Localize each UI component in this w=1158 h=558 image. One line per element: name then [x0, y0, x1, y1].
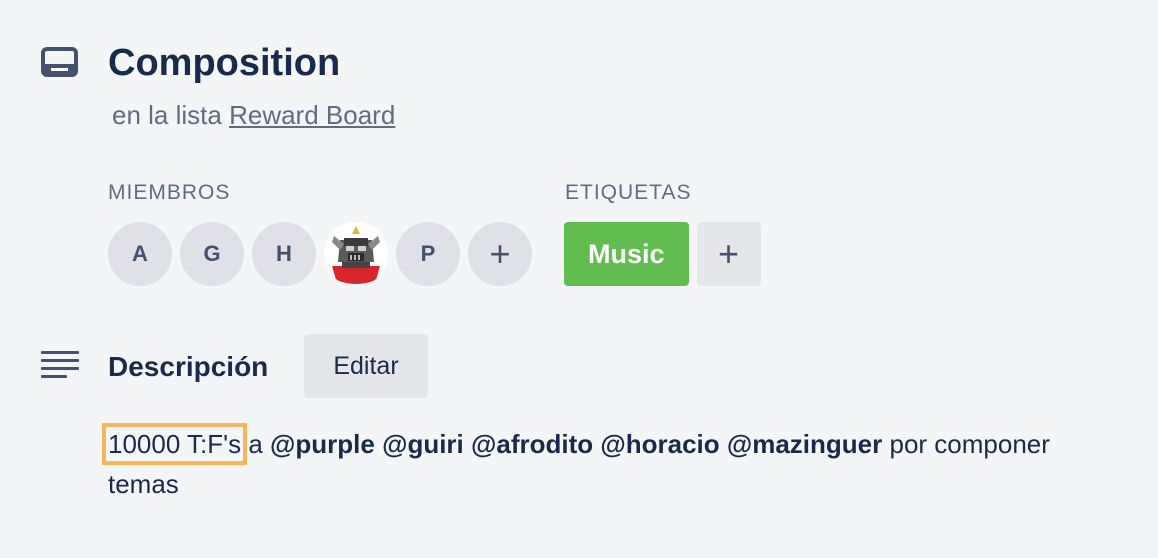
member-avatar-a[interactable]: A — [108, 222, 172, 286]
card-icon — [41, 47, 78, 77]
mention-mazinguer[interactable]: @mazinguer — [727, 429, 882, 459]
member-avatar-p[interactable]: P — [396, 222, 460, 286]
member-avatar-photo[interactable] — [324, 222, 388, 286]
highlighted-amount: 10000 T:F's — [101, 423, 248, 465]
in-list-text: en la lista Reward Board — [112, 99, 395, 131]
list-link[interactable]: Reward Board — [229, 100, 395, 130]
edit-description-button[interactable]: Editar — [304, 334, 428, 398]
description-heading: Descripción — [108, 351, 269, 382]
labels-list: Music + — [564, 222, 761, 286]
members-list: A G H P + — [108, 222, 532, 286]
card-title[interactable]: Composition — [108, 38, 340, 88]
mention-afrodito[interactable]: @afrodito — [471, 429, 593, 459]
member-avatar-h[interactable]: H — [252, 222, 316, 286]
mention-guiri[interactable]: @guiri — [382, 429, 464, 459]
label-music[interactable]: Music — [564, 222, 689, 286]
member-avatar-g[interactable]: G — [180, 222, 244, 286]
card-detail: Composition en la lista Reward Board MIE… — [0, 0, 1158, 558]
add-member-button[interactable]: + — [468, 222, 532, 286]
description-connector: a — [241, 429, 271, 459]
labels-heading: ETIQUETAS — [565, 181, 692, 204]
description-icon — [41, 351, 79, 378]
description-text[interactable]: 10000 T:F's a @purple @guiri @afrodito @… — [101, 423, 1108, 504]
mention-horacio[interactable]: @horacio — [600, 429, 719, 459]
mention-purple[interactable]: @purple — [270, 429, 375, 459]
robot-avatar-icon — [324, 222, 388, 286]
in-list-prefix: en la lista — [112, 100, 222, 130]
add-label-button[interactable]: + — [696, 222, 761, 286]
members-heading: MIEMBROS — [108, 181, 231, 204]
